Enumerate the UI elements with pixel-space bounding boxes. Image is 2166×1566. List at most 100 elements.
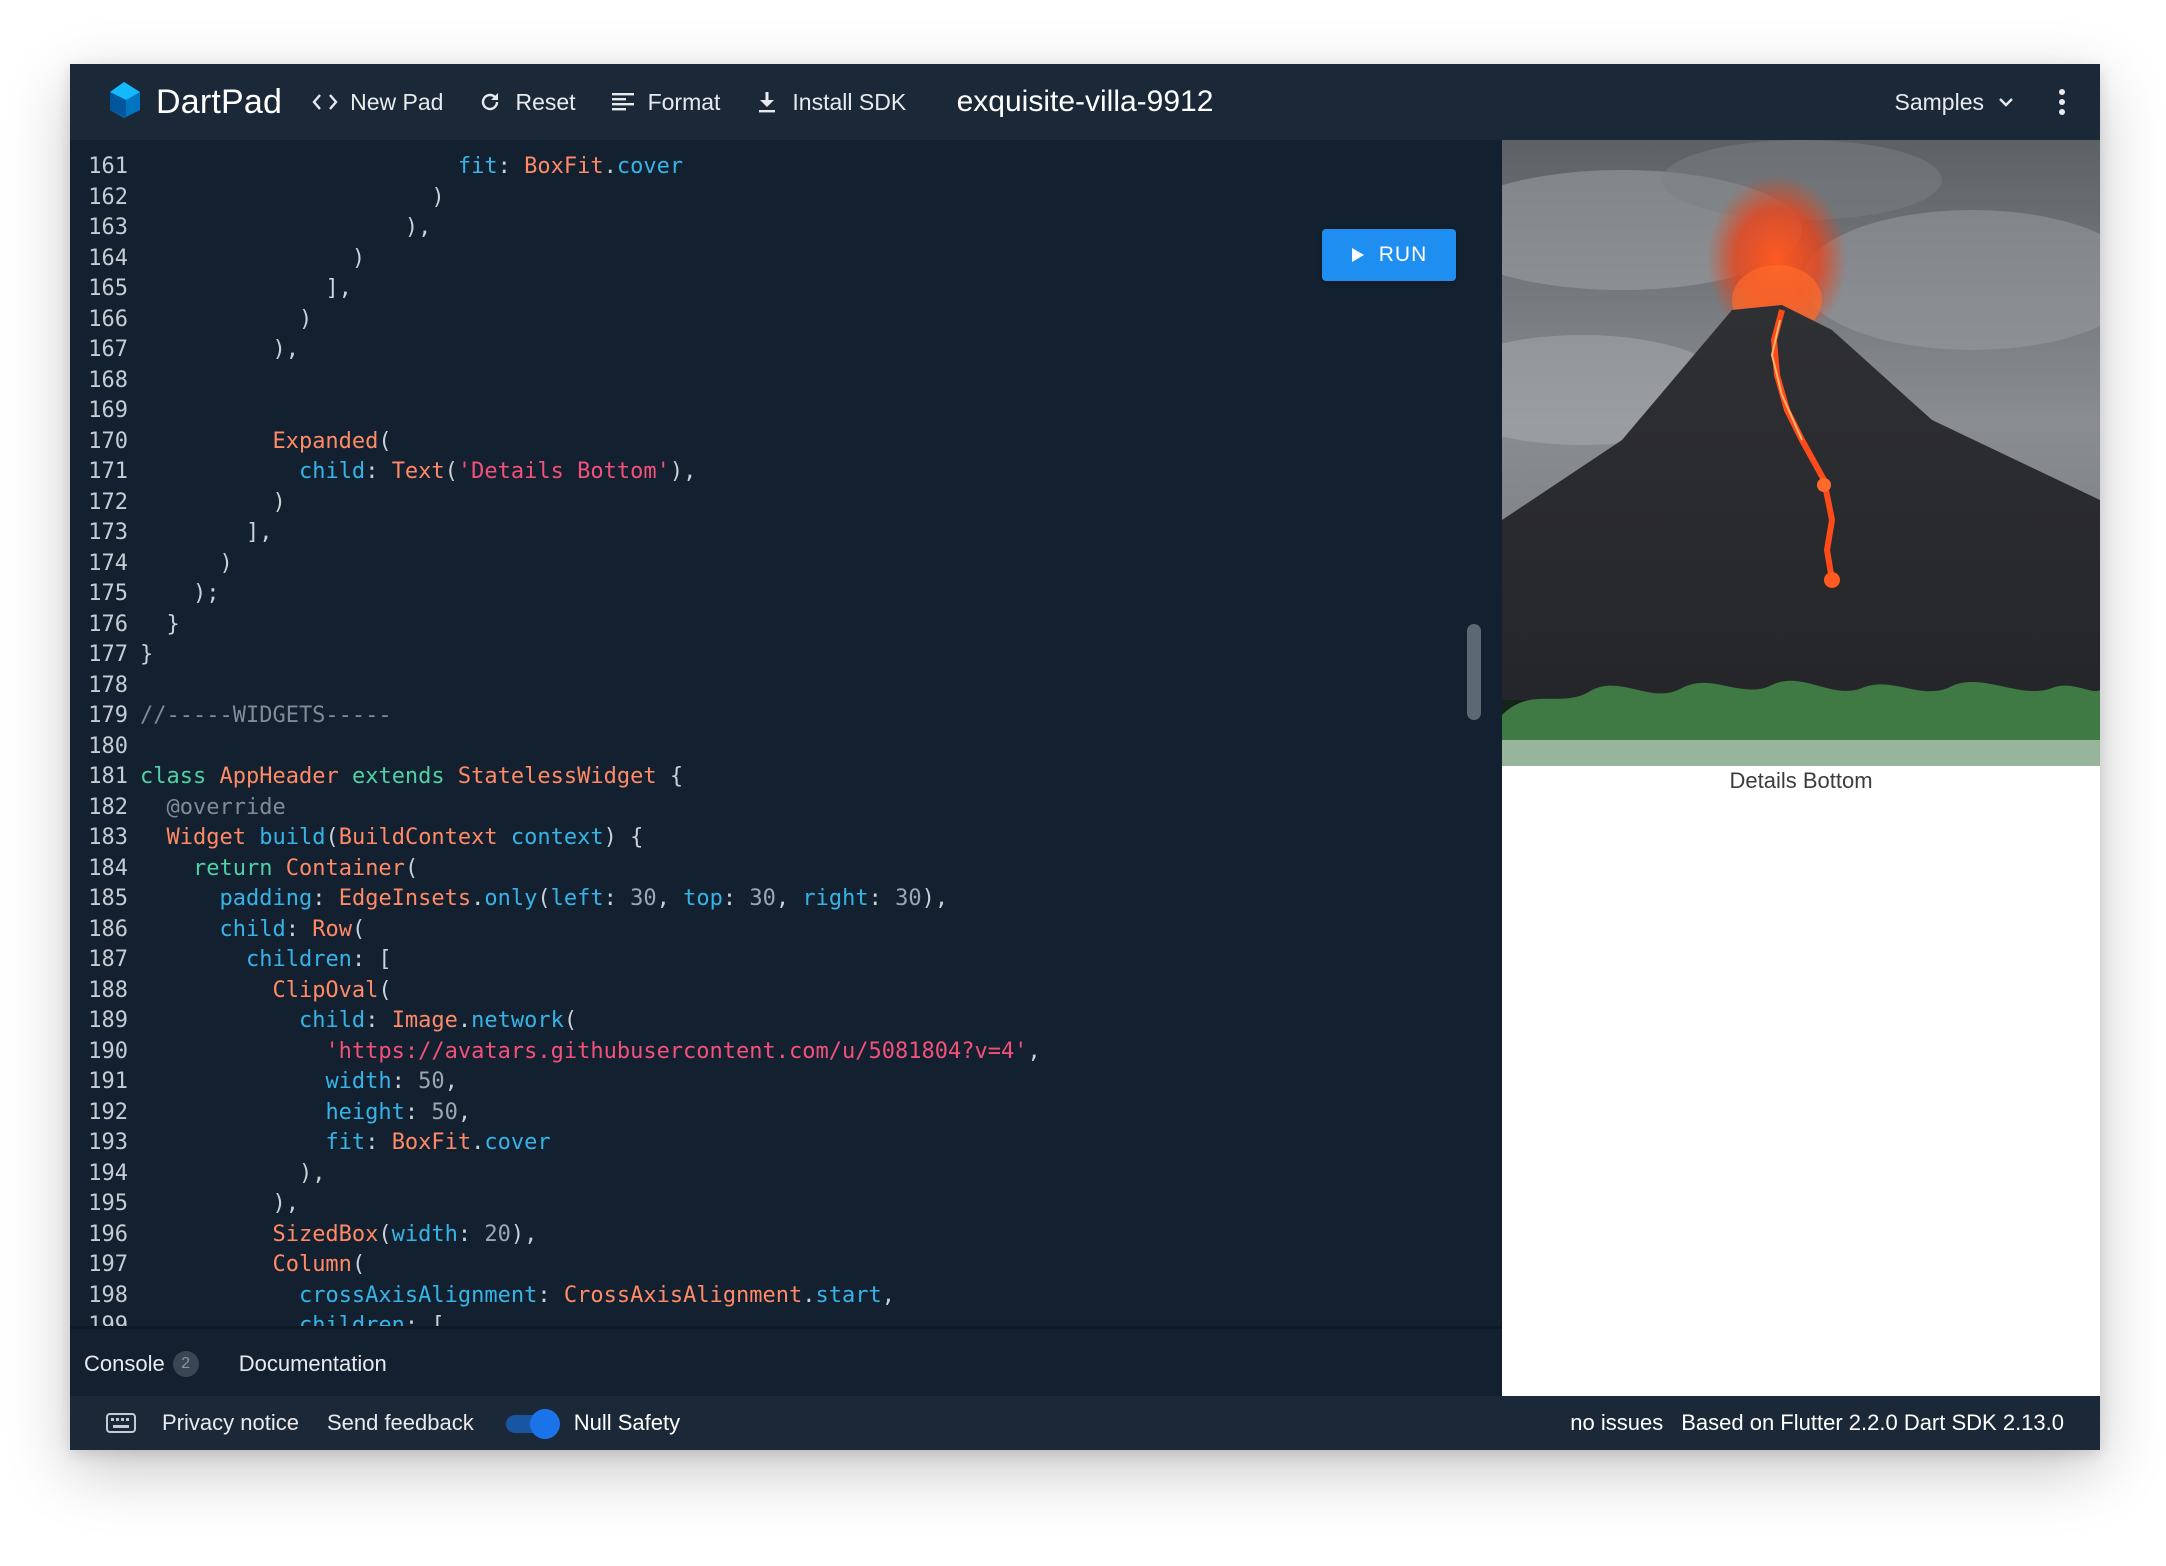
- code-line[interactable]: 190 'https://avatars.githubusercontent.c…: [70, 1037, 1040, 1068]
- code-line[interactable]: 195 ),: [70, 1189, 1041, 1220]
- format-button[interactable]: Format: [610, 89, 720, 116]
- code-token: }: [140, 642, 154, 667]
- code-token: :: [365, 1008, 392, 1033]
- code-token: child: [298, 459, 366, 484]
- line-number: 164: [88, 245, 128, 271]
- line-number: 163: [88, 215, 128, 240]
- code-token: ,: [457, 1099, 472, 1125]
- code-token: :: [722, 886, 750, 911]
- code-token: :: [312, 886, 339, 911]
- code-token: SizedBox: [272, 1221, 379, 1247]
- output-panel: Details Bottom: [1502, 140, 2100, 1396]
- code-token: AppHeader: [219, 764, 339, 789]
- code-line[interactable]: 194 ),: [70, 1159, 1041, 1190]
- code-line[interactable]: 168: [70, 366, 1041, 397]
- code-line[interactable]: 177}: [70, 640, 1041, 671]
- code-line[interactable]: 187 children: [: [70, 945, 1041, 976]
- code-token: BoxFit: [524, 154, 604, 179]
- console-tabs: Console 2 Documentation: [70, 1326, 1502, 1399]
- more-menu-icon[interactable]: [2044, 84, 2080, 120]
- code-line[interactable]: 184 return Container(: [70, 854, 1041, 885]
- code-line[interactable]: 188 ClipOval(: [70, 976, 1041, 1007]
- code-line[interactable]: 169: [70, 396, 1041, 427]
- code-token: ): [431, 184, 445, 210]
- install-sdk-button[interactable]: Install SDK: [754, 89, 906, 116]
- code-line[interactable]: 164 ): [70, 244, 1041, 275]
- code-token: :: [391, 1069, 419, 1094]
- code-line[interactable]: 173 ],: [70, 518, 1041, 549]
- line-number: 179: [88, 703, 128, 728]
- code-line[interactable]: 166 ): [70, 305, 1041, 336]
- code-token: fit: [325, 1130, 366, 1155]
- code-line[interactable]: 198 crossAxisAlignment: CrossAxisAlignme…: [70, 1281, 1041, 1312]
- code-token: ,: [656, 886, 684, 911]
- code-line[interactable]: 161 fit: BoxFit.cover: [70, 152, 1041, 183]
- download-icon: [754, 89, 780, 115]
- code-line[interactable]: 178: [70, 671, 1041, 702]
- code-line[interactable]: 181 class AppHeader extends StatelessWidg…: [70, 762, 1041, 793]
- code-line[interactable]: 180: [70, 732, 1041, 763]
- code-line[interactable]: 186 child: Row(: [70, 915, 1041, 946]
- dartpad-logo[interactable]: DartPad: [104, 80, 282, 125]
- line-number: 187: [88, 947, 128, 972]
- code-line[interactable]: 197 Column(: [70, 1250, 1041, 1281]
- code-line[interactable]: 183 Widget build(BuildContext context) {: [70, 823, 1041, 854]
- run-button[interactable]: RUN: [1322, 229, 1456, 281]
- code-line[interactable]: 191 width: 50,: [70, 1067, 1041, 1098]
- code-line[interactable]: 174 ): [70, 549, 1041, 580]
- code-token: Row: [312, 916, 352, 942]
- code-line[interactable]: 192 height: 50,: [70, 1098, 1041, 1129]
- code-line[interactable]: 196 SizedBox(width: 20),: [70, 1220, 1041, 1251]
- code-line[interactable]: 163 ),: [70, 213, 1041, 244]
- dart-logo-icon: [104, 80, 144, 125]
- line-number: 197: [88, 1252, 128, 1277]
- code-line[interactable]: 175 );: [70, 579, 1041, 610]
- editor-scrollbar[interactable]: [1467, 624, 1481, 720]
- code-token: :: [868, 886, 896, 911]
- new-pad-button[interactable]: New Pad: [312, 89, 443, 116]
- code-token: top: [683, 886, 723, 911]
- code-editor[interactable]: 161 fit: BoxFit.cover 162 ) 163 ), 164 ) 165…: [70, 140, 1502, 1396]
- line-number: 185: [88, 886, 128, 911]
- samples-dropdown[interactable]: Samples: [1895, 64, 2014, 140]
- new-pad-label: New Pad: [350, 88, 444, 115]
- code-token: ],: [325, 276, 352, 301]
- pad-title[interactable]: exquisite-villa-9912: [957, 85, 1214, 118]
- code-lines[interactable]: 161 fit: BoxFit.cover 162 ) 163 ), 164 ) 165…: [70, 152, 1041, 1342]
- format-align-icon: [610, 89, 636, 115]
- code-line[interactable]: 185 padding: EdgeInsets.only(left: 30, t…: [70, 884, 1041, 915]
- code-token: BuildContext: [338, 825, 498, 850]
- line-number: 168: [88, 367, 128, 393]
- null-safety-toggle[interactable]: [505, 1409, 560, 1439]
- code-line[interactable]: 171 child: Text('Details Bottom'),: [70, 457, 1041, 488]
- code-line[interactable]: 179 //-----WIDGETS-----: [70, 701, 1041, 732]
- privacy-notice-link[interactable]: Privacy notice: [162, 1410, 299, 1436]
- reset-button[interactable]: Reset: [477, 88, 576, 116]
- code-line[interactable]: 172 ): [70, 488, 1041, 519]
- tab-console[interactable]: Console 2: [84, 1351, 199, 1377]
- reset-label: Reset: [515, 88, 576, 115]
- code-token: right: [802, 886, 869, 911]
- top-toolbar: DartPad New Pad Reset Format Install SDK: [70, 64, 2100, 140]
- code-line[interactable]: 176 }: [70, 610, 1041, 641]
- code-line[interactable]: 167 ),: [70, 335, 1041, 366]
- code-line[interactable]: 162 ): [70, 183, 1041, 214]
- code-token: :: [285, 916, 313, 942]
- code-line[interactable]: 182 @override: [70, 793, 1041, 824]
- line-number: 178: [88, 672, 128, 698]
- send-feedback-link[interactable]: Send feedback: [327, 1410, 474, 1436]
- code-line[interactable]: 165 ],: [70, 274, 1041, 305]
- code-line[interactable]: 189 child: Image.network(: [70, 1006, 1041, 1037]
- keyboard-icon[interactable]: [106, 1413, 136, 1433]
- code-token: ) {: [603, 825, 644, 850]
- code-token: extends: [351, 764, 445, 789]
- code-line[interactable]: 170 Expanded(: [70, 427, 1041, 458]
- code-token: ),: [272, 337, 299, 362]
- tab-documentation[interactable]: Documentation: [239, 1351, 387, 1377]
- code-token: child: [298, 1008, 366, 1033]
- code-line[interactable]: 193 fit: BoxFit.cover: [70, 1128, 1041, 1159]
- code-token: 50: [431, 1099, 458, 1125]
- code-token: ): [298, 306, 313, 332]
